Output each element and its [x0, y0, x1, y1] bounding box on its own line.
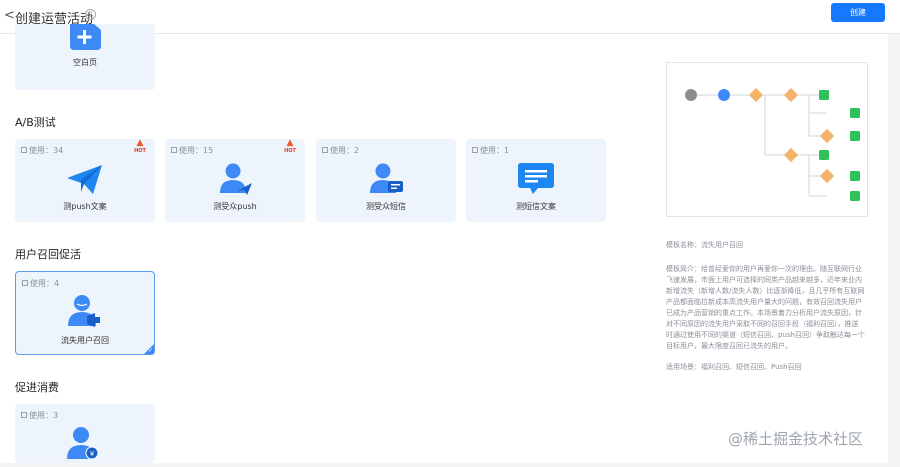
template-intro-line: 时通过使用不同的渠道（短信召回、push召回）争取触达每一个	[666, 331, 865, 339]
card-label: 测受众短信	[366, 202, 406, 211]
user-message-icon	[370, 163, 404, 199]
card-label: 测短信文案	[516, 202, 556, 211]
chat-bubble-icon	[518, 163, 554, 199]
template-name: 模板名称：流失用户召回	[666, 241, 743, 249]
ab-card-push-copy[interactable]: 使用：34 ▲ HOT 测push文案	[15, 139, 155, 222]
usage-icon	[21, 412, 27, 418]
usage-count: 使用：1	[472, 145, 509, 156]
recall-card-lost-users[interactable]: 使用：4 流失用户召回 ✓	[15, 271, 155, 355]
paper-plane-icon	[67, 165, 103, 199]
flow-condition-node	[819, 168, 835, 184]
flow-action-node	[819, 90, 829, 100]
usage-count: 使用：34	[21, 145, 63, 156]
flow-action-node	[850, 131, 860, 141]
usage-count: 使用：2	[322, 145, 359, 156]
create-button[interactable]: 创建	[831, 3, 885, 22]
template-intro-line: 已成为产品营销的重点工作。本场景着力分析用户流失原因，针	[666, 309, 862, 317]
flow-condition-node	[748, 87, 764, 103]
plus-document-icon	[68, 24, 101, 50]
usage-icon	[22, 280, 28, 286]
template-scenes: 适用场景：福利召回、短信召回、Push召回	[666, 363, 802, 371]
template-intro-line: 新增流失（新增人数/流失人数）比逐渐降低，且几乎所有互联网	[666, 287, 865, 295]
template-intro-line: 目标用户，最大限度召回已流失的用户。	[666, 342, 792, 350]
blank-template-card[interactable]: 空白页	[15, 24, 155, 90]
user-coin-icon: ¥	[67, 426, 103, 467]
flame-icon: ▲	[286, 138, 294, 148]
hot-badge: ▲ HOT	[132, 138, 148, 155]
svg-text:¥: ¥	[90, 450, 95, 458]
consume-card[interactable]: 使用：3 ¥	[15, 404, 155, 463]
ab-card-sms-copy[interactable]: 使用：1 测短信文案	[466, 139, 606, 222]
usage-icon	[21, 147, 27, 153]
flow-start-node	[685, 89, 697, 101]
flow-preview	[666, 62, 868, 217]
ab-card-push-audience[interactable]: 使用：15 ▲ HOT 测受众push	[165, 139, 305, 222]
flow-action-node	[850, 171, 860, 181]
flow-condition-node	[819, 128, 835, 144]
card-label: 空白页	[73, 58, 97, 67]
usage-count: 使用：4	[22, 278, 59, 289]
card-label: 测受众push	[213, 202, 257, 211]
template-intro-line: 产品都面临拉新成本高流失用户量大的问题，有效召回流失用户	[666, 298, 862, 306]
template-detail-panel: 模板名称：流失用户召回 模板简介：给曾经爱你的用户再爱你一次的理由。随互联网行业…	[640, 34, 900, 463]
section-title-recall: 用户召回促活	[15, 248, 81, 261]
help-icon[interactable]: ?	[85, 9, 96, 20]
watermark-text: @稀土掘金技术社区	[728, 430, 864, 448]
template-list: 空白页 A/B测试 使用：34 ▲ HOT 测push文案 使用：15 ▲ HOT …	[0, 24, 640, 463]
section-title-consume: 促进消费	[15, 381, 59, 394]
flow-action-node	[850, 191, 860, 201]
usage-count: 使用：3	[21, 410, 58, 421]
flow-action-node	[819, 150, 829, 160]
usage-icon	[171, 147, 177, 153]
detail-card: 模板名称：流失用户召回 模板简介：给曾经爱你的用户再爱你一次的理由。随互联网行业…	[640, 34, 888, 463]
card-label: 测push文案	[63, 202, 107, 211]
hot-badge: ▲ HOT	[282, 138, 298, 155]
user-send-icon	[219, 163, 253, 199]
user-megaphone-icon	[68, 294, 104, 332]
usage-icon	[322, 147, 328, 153]
flow-condition-node	[783, 147, 799, 163]
template-intro-line: 对不同原因的流失用户采取不同的召回手段（福利召回），推送	[666, 320, 859, 328]
usage-count: 使用：15	[171, 145, 213, 156]
ab-card-sms-audience[interactable]: 使用：2 测受众短信	[316, 139, 456, 222]
flow-audience-node	[718, 89, 730, 101]
check-icon: ✓	[147, 347, 153, 354]
card-label: 流失用户召回	[61, 336, 109, 345]
template-intro-line: 飞速发展，市面上用户可选择的同类产品越来越多，近年来业内	[666, 276, 862, 284]
flow-condition-node	[783, 87, 799, 103]
template-intro-line: 模板简介：给曾经爱你的用户再爱你一次的理由。随互联网行业	[666, 265, 862, 273]
section-title-ab: A/B测试	[15, 116, 56, 129]
flame-icon: ▲	[136, 138, 144, 148]
usage-icon	[472, 147, 478, 153]
flow-action-node	[850, 108, 860, 118]
